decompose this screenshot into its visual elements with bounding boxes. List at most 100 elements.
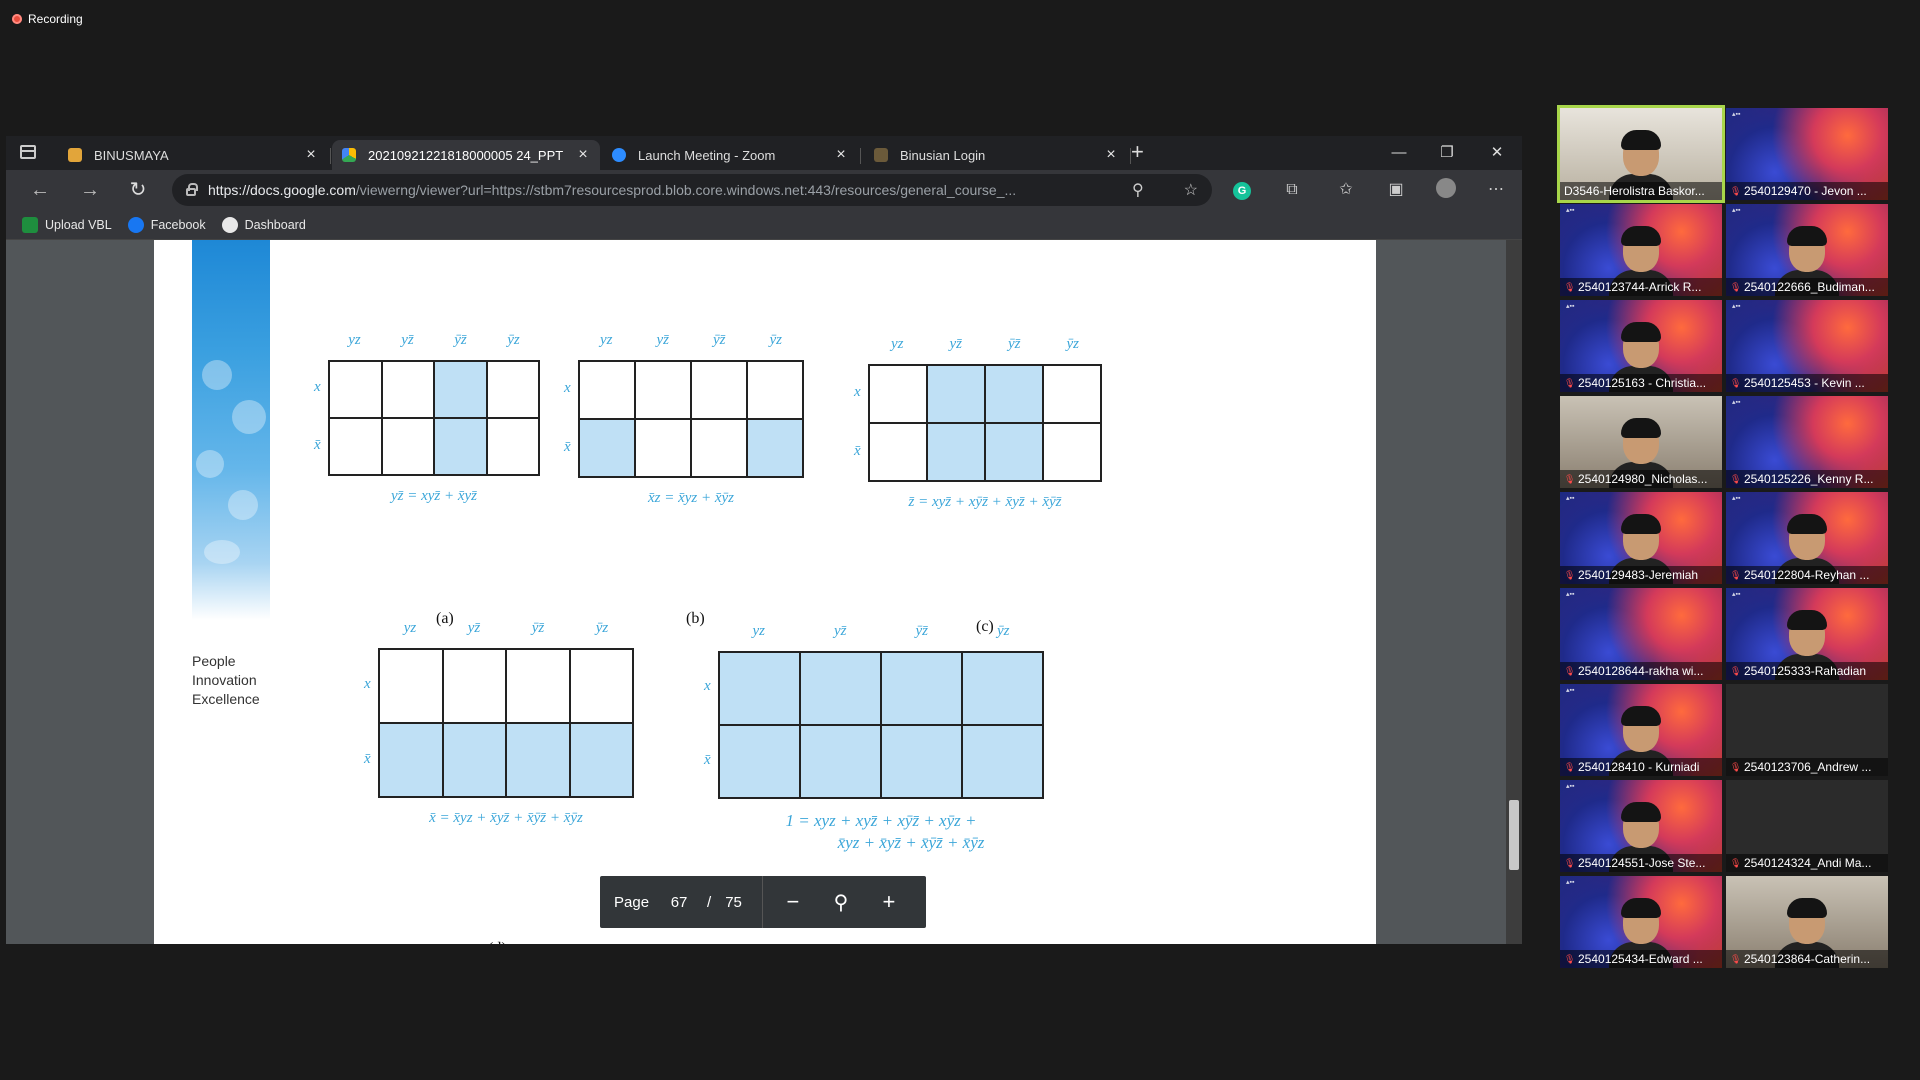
tab-binusmaya[interactable]: BINUSMAYA × <box>58 140 328 170</box>
virtual-background-badge-icon: ▴▪▪ <box>1566 303 1575 310</box>
participant-tile[interactable]: ▴▪▪ 🎙 2540125163 - Christia... <box>1560 300 1722 392</box>
participant-name: 2540122804-Reyhan ... <box>1744 568 1870 582</box>
kmap-cell-shaded <box>985 365 1043 423</box>
participant-tile[interactable]: ▴▪▪ 🎙 2540128644-rakha wi... <box>1560 588 1722 680</box>
profile-avatar-icon[interactable] <box>1434 178 1458 202</box>
kmap-formula: yz̄ = xyz̄ + x̄yz̄ <box>390 488 478 504</box>
participant-tile[interactable]: 🎙 2540124324_Andi Ma... <box>1726 780 1888 872</box>
zoom-page-icon[interactable]: ⚲ <box>1132 180 1144 200</box>
muted-mic-icon: 🎙 <box>1730 570 1742 580</box>
collections-icon[interactable]: ▣ <box>1384 178 1408 202</box>
extensions-icon[interactable]: ⧉ <box>1280 178 1304 202</box>
tab-binusian-login[interactable]: Binusian Login × <box>864 140 1128 170</box>
favorite-star-icon[interactable]: ☆ <box>1184 180 1198 200</box>
close-window-icon[interactable]: ✕ <box>1474 140 1520 166</box>
recording-indicator: Recording <box>12 12 83 26</box>
participant-tile[interactable]: D3546-Herolistra Baskor... <box>1557 105 1725 203</box>
tab-ppt-viewer[interactable]: 20210921221818000005 24_PPT × <box>332 140 600 170</box>
reload-icon[interactable]: ↻ <box>124 176 152 204</box>
participant-name-bar: 🎙 2540123706_Andrew ... <box>1726 758 1888 776</box>
viewer-scrollbar[interactable] <box>1506 240 1522 944</box>
participant-name: 2540123706_Andrew ... <box>1744 760 1872 774</box>
tagline-line: People <box>192 653 236 669</box>
row-header: x̄ <box>854 442 861 459</box>
kmap-formula-line2: x̄yz + x̄yz̄ + x̄ȳz̄ + x̄ȳz <box>837 833 985 852</box>
kmap-cell-shaded <box>379 723 443 797</box>
zoom-in-icon[interactable]: + <box>865 889 913 915</box>
tab-zoom-launch[interactable]: Launch Meeting - Zoom × <box>602 140 858 170</box>
muted-mic-icon: 🎙 <box>1564 858 1576 868</box>
close-tab-icon[interactable]: × <box>834 146 848 164</box>
kmap-cell <box>379 649 443 723</box>
participant-name-bar: 🎙 2540123744-Arrick R... <box>1560 278 1722 296</box>
zoom-fit-icon[interactable]: ⚲ <box>817 890 865 915</box>
participant-tile[interactable]: ▴▪▪ 🎙 2540122666_Budiman... <box>1726 204 1888 296</box>
document-viewer[interactable]: People Innovation Excellence yz yz̄ ȳz̄ ȳz x… <box>6 240 1522 944</box>
grammarly-icon[interactable]: G <box>1230 178 1254 202</box>
participant-tile[interactable]: ▴▪▪ 🎙 2540125453 - Kevin ... <box>1726 300 1888 392</box>
bookmark-label: Upload VBL <box>45 217 112 232</box>
participant-tile[interactable]: ▴▪▪ 🎙 2540125226_Kenny R... <box>1726 396 1888 488</box>
lock-icon <box>186 183 198 196</box>
participant-name: 2540125333-Rahadian <box>1744 664 1867 678</box>
participant-tile[interactable]: 🎙 2540123706_Andrew ... <box>1726 684 1888 776</box>
tab-actions-icon[interactable] <box>20 145 36 159</box>
page-number-input[interactable]: 67 <box>659 894 699 911</box>
participant-name: 2540123864-Catherin... <box>1744 952 1871 966</box>
kmap-grid <box>378 648 634 798</box>
muted-mic-icon: 🎙 <box>1730 186 1742 196</box>
favorites-icon[interactable]: ✩ <box>1334 178 1358 202</box>
column-header: ȳz <box>595 620 609 636</box>
participant-name: 2540125163 - Christia... <box>1578 376 1707 390</box>
column-header: ȳz <box>507 332 520 348</box>
kmap-cell <box>442 649 506 723</box>
bookmark-label: Facebook <box>150 217 206 232</box>
kmap-cell <box>1043 365 1101 423</box>
back-icon[interactable]: ← <box>26 176 54 204</box>
virtual-background-badge-icon: ▴▪▪ <box>1732 111 1741 118</box>
kmap-cell <box>579 361 635 419</box>
bookmark-dashboard[interactable]: Dashboard <box>221 216 306 233</box>
url-field[interactable]: https://docs.google.com/viewerng/viewer?… <box>172 174 1212 206</box>
participant-tile[interactable]: ▴▪▪ 🎙 2540123744-Arrick R... <box>1560 204 1722 296</box>
column-header: yz̄ <box>949 336 963 352</box>
scrollbar-thumb[interactable] <box>1509 800 1519 870</box>
participant-name: D3546-Herolistra Baskor... <box>1564 184 1705 198</box>
zoom-out-icon[interactable]: − <box>769 889 817 915</box>
participant-name: 2540122666_Budiman... <box>1744 280 1875 294</box>
minimize-icon[interactable]: — <box>1376 140 1422 166</box>
muted-mic-icon: 🎙 <box>1564 762 1576 772</box>
kmap-cell-shaded <box>569 723 633 797</box>
participant-name: 2540123744-Arrick R... <box>1578 280 1702 294</box>
participant-tile[interactable]: ▴▪▪ 🎙 2540129470 - Jevon ... <box>1726 108 1888 200</box>
bookmark-upload-vbl[interactable]: Upload VBL <box>22 216 112 233</box>
participant-tile[interactable]: ▴▪▪ 🎙 2540128410 - Kurniadi <box>1560 684 1722 776</box>
participant-tile[interactable]: ▴▪▪ 🎙 2540125434-Edward ... <box>1560 876 1722 968</box>
shared-screen[interactable]: BINUSMAYA × 20210921221818000005 24_PPT … <box>6 136 1522 944</box>
kmap-cell-shaded <box>927 365 985 423</box>
tagline-line: Excellence <box>192 691 260 707</box>
bookmark-facebook[interactable]: Facebook <box>127 216 206 233</box>
restore-icon[interactable]: ❐ <box>1424 140 1470 166</box>
participant-tile[interactable]: ▴▪▪ 🎙 2540125333-Rahadian <box>1726 588 1888 680</box>
more-menu-icon[interactable]: ⋯ <box>1484 178 1508 202</box>
kmap-formula: x̄ = x̄yz + x̄yz̄ + x̄ȳz̄ + x̄ȳz <box>429 810 583 826</box>
close-tab-icon[interactable]: × <box>576 146 590 164</box>
participant-tile[interactable]: 🎙 2540123864-Catherin... <box>1726 876 1888 968</box>
participant-tile[interactable]: ▴▪▪ 🎙 2540129483-Jeremiah <box>1560 492 1722 584</box>
dashboard-icon <box>221 216 238 233</box>
kmap-cell-shaded <box>881 725 962 798</box>
forward-icon[interactable]: → <box>76 176 104 204</box>
participant-tile[interactable]: ▴▪▪ 🎙 2540122804-Reyhan ... <box>1726 492 1888 584</box>
column-header: ȳz̄ <box>713 332 726 348</box>
close-tab-icon[interactable]: × <box>1104 146 1118 164</box>
participant-name-bar: 🎙 2540125434-Edward ... <box>1560 950 1722 968</box>
new-tab-icon[interactable]: + <box>1131 141 1144 163</box>
participant-tile[interactable]: ▴▪▪ 🎙 2540124551-Jose Ste... <box>1560 780 1722 872</box>
participant-tile[interactable]: 🎙 2540124980_Nicholas... <box>1560 396 1722 488</box>
muted-mic-icon: 🎙 <box>1564 570 1576 580</box>
close-tab-icon[interactable]: × <box>304 146 318 164</box>
toolbar-divider <box>761 876 763 928</box>
column-header: yz <box>600 332 613 348</box>
participant-name-bar: 🎙 2540128410 - Kurniadi <box>1560 758 1722 776</box>
